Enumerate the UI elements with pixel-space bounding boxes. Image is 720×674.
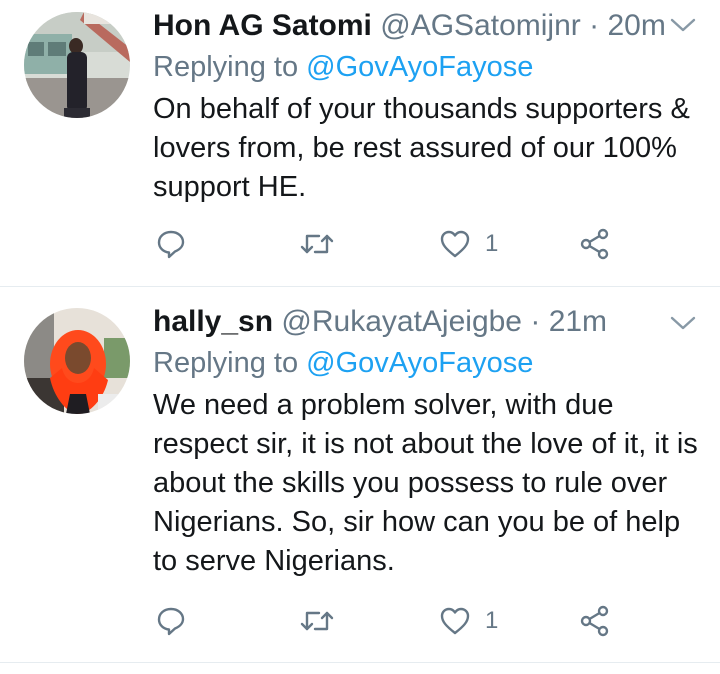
- retweet-icon: [300, 611, 334, 631]
- separator: ·: [589, 9, 600, 42]
- replying-to: Replying to @GovAyoFayose: [153, 344, 700, 382]
- replying-to: Replying to @GovAyoFayose: [153, 48, 700, 86]
- heart-icon: [440, 607, 470, 635]
- separator: ·: [530, 305, 541, 338]
- timestamp[interactable]: 21m: [549, 305, 607, 338]
- share-button[interactable]: [579, 224, 611, 264]
- chevron-down-icon[interactable]: [668, 10, 698, 40]
- tweet-actions: 1: [153, 224, 633, 264]
- like-button[interactable]: 1: [439, 601, 498, 641]
- reply-button[interactable]: [155, 224, 187, 264]
- replying-to-label: Replying to: [153, 51, 299, 83]
- share-icon: [580, 605, 609, 637]
- mention-link[interactable]: @GovAyoFayose: [306, 51, 533, 83]
- user-handle[interactable]: @AGSatomijnr: [380, 9, 581, 42]
- tweet[interactable]: Hon AG Satomi @AGSatomijnr · 20m Replyin…: [0, 0, 720, 287]
- tweet-content: hally_sn @RukayatAjeigbe · 21m Replying …: [153, 304, 700, 581]
- tweet-text: On behalf of your thousands supporters &…: [153, 93, 690, 203]
- share-button[interactable]: [579, 601, 611, 641]
- display-name[interactable]: Hon AG Satomi: [153, 9, 372, 42]
- tweet-header: Hon AG Satomi @AGSatomijnr · 20m: [153, 8, 700, 44]
- reply-icon: [157, 607, 185, 636]
- avatar[interactable]: [24, 12, 130, 118]
- like-count: 1: [485, 230, 499, 257]
- tweet[interactable]: hally_sn @RukayatAjeigbe · 21m Replying …: [0, 287, 720, 663]
- retweet-button[interactable]: [299, 601, 335, 641]
- reply-icon: [157, 230, 185, 259]
- retweet-button[interactable]: [299, 224, 335, 264]
- tweet-content: Hon AG Satomi @AGSatomijnr · 20m Replyin…: [153, 8, 700, 207]
- user-handle[interactable]: @RukayatAjeigbe: [281, 305, 522, 338]
- timestamp[interactable]: 20m: [607, 9, 665, 42]
- tweet-text: We need a problem solver, with due respe…: [153, 389, 698, 577]
- retweet-icon: [300, 234, 334, 254]
- replying-to-label: Replying to: [153, 347, 299, 379]
- chevron-down-icon[interactable]: [668, 308, 698, 338]
- reply-button[interactable]: [155, 601, 187, 641]
- avatar[interactable]: [24, 308, 130, 414]
- mention-link[interactable]: @GovAyoFayose: [306, 347, 533, 379]
- tweet-header: hally_sn @RukayatAjeigbe · 21m: [153, 304, 700, 340]
- share-icon: [580, 228, 609, 260]
- like-button[interactable]: 1: [439, 224, 498, 264]
- display-name[interactable]: hally_sn: [153, 305, 273, 338]
- heart-icon: [440, 230, 470, 258]
- tweet-actions: 1: [153, 601, 633, 641]
- like-count: 1: [485, 607, 499, 634]
